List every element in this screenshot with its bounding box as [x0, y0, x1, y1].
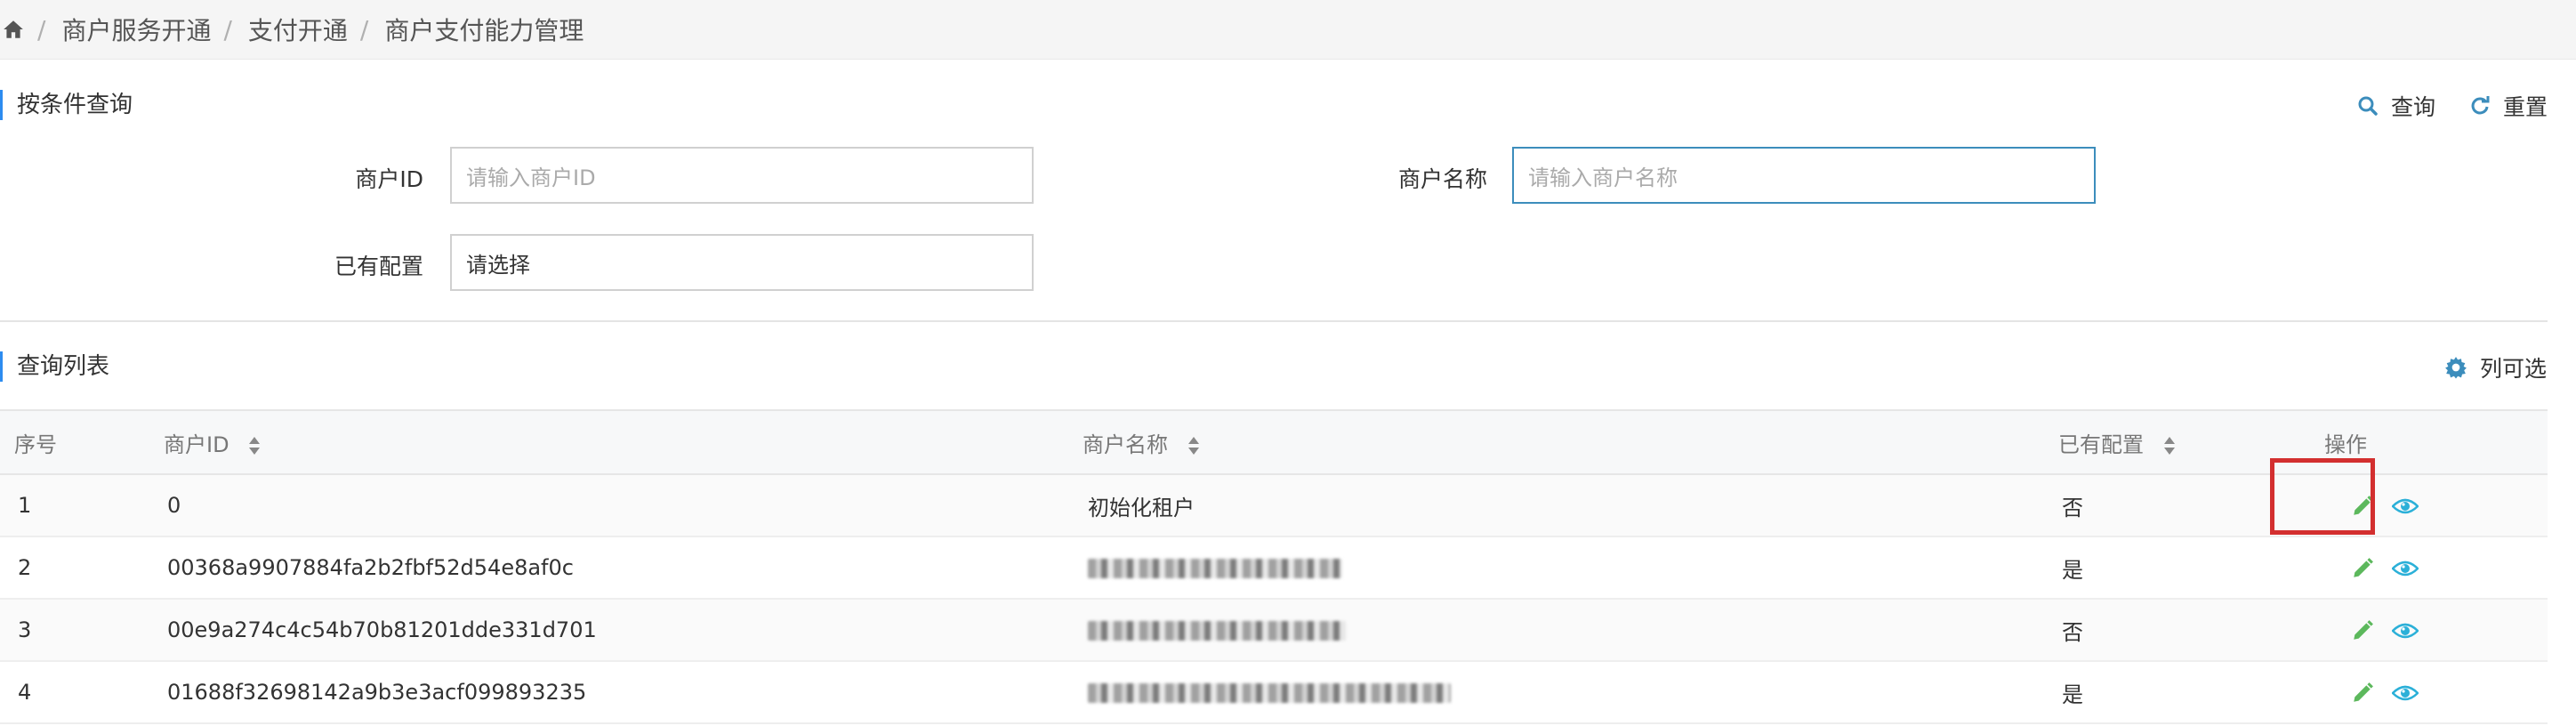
row-merchant-name [1068, 536, 2044, 599]
configured-label: 已有配置 [334, 254, 423, 279]
breadcrumb-item-merchant-service[interactable]: 商户服务开通 [61, 12, 211, 47]
breadcrumb-item-payment-open[interactable]: 支付开通 [248, 12, 348, 47]
merchant-id-placeholder: 请输入商户ID [466, 165, 596, 190]
row-actions [2310, 599, 2548, 661]
eye-icon[interactable] [2391, 496, 2419, 517]
row-merchant-name [1068, 661, 2044, 723]
column-chooser-label: 列可选 [2480, 356, 2548, 382]
configured-select[interactable]: 请选择 [450, 234, 1034, 291]
row-index: 2 [18, 555, 32, 580]
header-merchant-id[interactable]: 商户ID [149, 409, 1068, 475]
configured-select-value: 请选择 [466, 252, 530, 278]
merchant-name-label: 商户名称 [1397, 166, 1487, 192]
column-chooser-button[interactable]: 列可选 [2444, 351, 2547, 383]
row-configured: 是 [2062, 557, 2083, 583]
edit-icon[interactable] [2351, 619, 2374, 642]
list-section-title: 查询列表 [0, 351, 109, 382]
edit-icon[interactable] [2351, 557, 2374, 580]
breadcrumb: / 商户服务开通 / 支付开通 / 商户支付能力管理 [0, 0, 2576, 60]
search-section-title: 按条件查询 [0, 90, 133, 120]
merchant-id-input[interactable]: 请输入商户ID [450, 147, 1034, 204]
eye-icon[interactable] [2391, 620, 2419, 641]
redacted-name [1088, 621, 1346, 641]
row-merchant-id: 00e9a274c4c54b70b81201dde331d701 [167, 617, 597, 642]
table-row: 3 00e9a274c4c54b70b81201dde331d701 否 [0, 599, 2548, 661]
table-header-row: 序号 商户ID 商户名称 已有配置 操作 [0, 409, 2548, 475]
merchant-table: 序号 商户ID 商户名称 已有配置 操作 1 0 初始化租户 否 2 00368… [0, 409, 2548, 724]
eye-icon[interactable] [2391, 558, 2419, 579]
reset-button-label: 重置 [2503, 94, 2548, 120]
breadcrumb-separator: / [359, 14, 369, 44]
merchant-name-input[interactable]: 请输入商户名称 [1512, 147, 2096, 204]
eye-icon[interactable] [2391, 682, 2419, 704]
merchant-id-label: 商户ID [355, 166, 423, 192]
row-index: 1 [18, 493, 32, 518]
edit-icon[interactable] [2351, 682, 2374, 705]
highlight-box [2270, 458, 2375, 535]
header-merchant-name[interactable]: 商户名称 [1068, 409, 2044, 475]
table-row: 2 00368a9907884fa2b2fbf52d54e8af0c 是 [0, 536, 2548, 599]
reset-button[interactable]: 重置 [2469, 90, 2548, 122]
breadcrumb-separator: / [37, 14, 46, 44]
row-merchant-id: 01688f32698142a9b3e3acf099893235 [167, 680, 587, 705]
header-index: 序号 [0, 409, 149, 475]
refresh-icon [2471, 96, 2490, 115]
row-merchant-name [1068, 599, 2044, 661]
row-merchant-id: 00368a9907884fa2b2fbf52d54e8af0c [167, 555, 574, 580]
row-configured: 否 [2062, 619, 2083, 645]
home-icon[interactable] [2, 18, 25, 41]
sort-icon[interactable] [248, 436, 261, 456]
row-actions [2310, 661, 2548, 723]
redacted-name [1088, 683, 1451, 703]
query-button-label: 查询 [2391, 94, 2436, 120]
section-divider [0, 320, 2548, 322]
merchant-name-placeholder: 请输入商户名称 [1528, 165, 1678, 190]
breadcrumb-item-current: 商户支付能力管理 [384, 16, 584, 45]
sort-icon[interactable] [2163, 436, 2176, 456]
gear-icon [2445, 357, 2467, 379]
sort-icon[interactable] [1187, 436, 1200, 456]
row-index: 3 [18, 617, 32, 642]
query-button[interactable]: 查询 [2357, 90, 2435, 122]
row-merchant-id: 0 [167, 493, 181, 518]
row-actions [2310, 536, 2548, 599]
row-index: 4 [18, 680, 32, 705]
search-icon [2358, 96, 2378, 116]
row-merchant-name: 初始化租户 [1088, 495, 1195, 520]
redacted-name [1088, 559, 1342, 578]
row-configured: 是 [2062, 682, 2083, 707]
table-row: 4 01688f32698142a9b3e3acf099893235 是 [0, 661, 2548, 723]
breadcrumb-separator: / [223, 14, 232, 44]
table-row: 1 0 初始化租户 否 [0, 474, 2548, 536]
